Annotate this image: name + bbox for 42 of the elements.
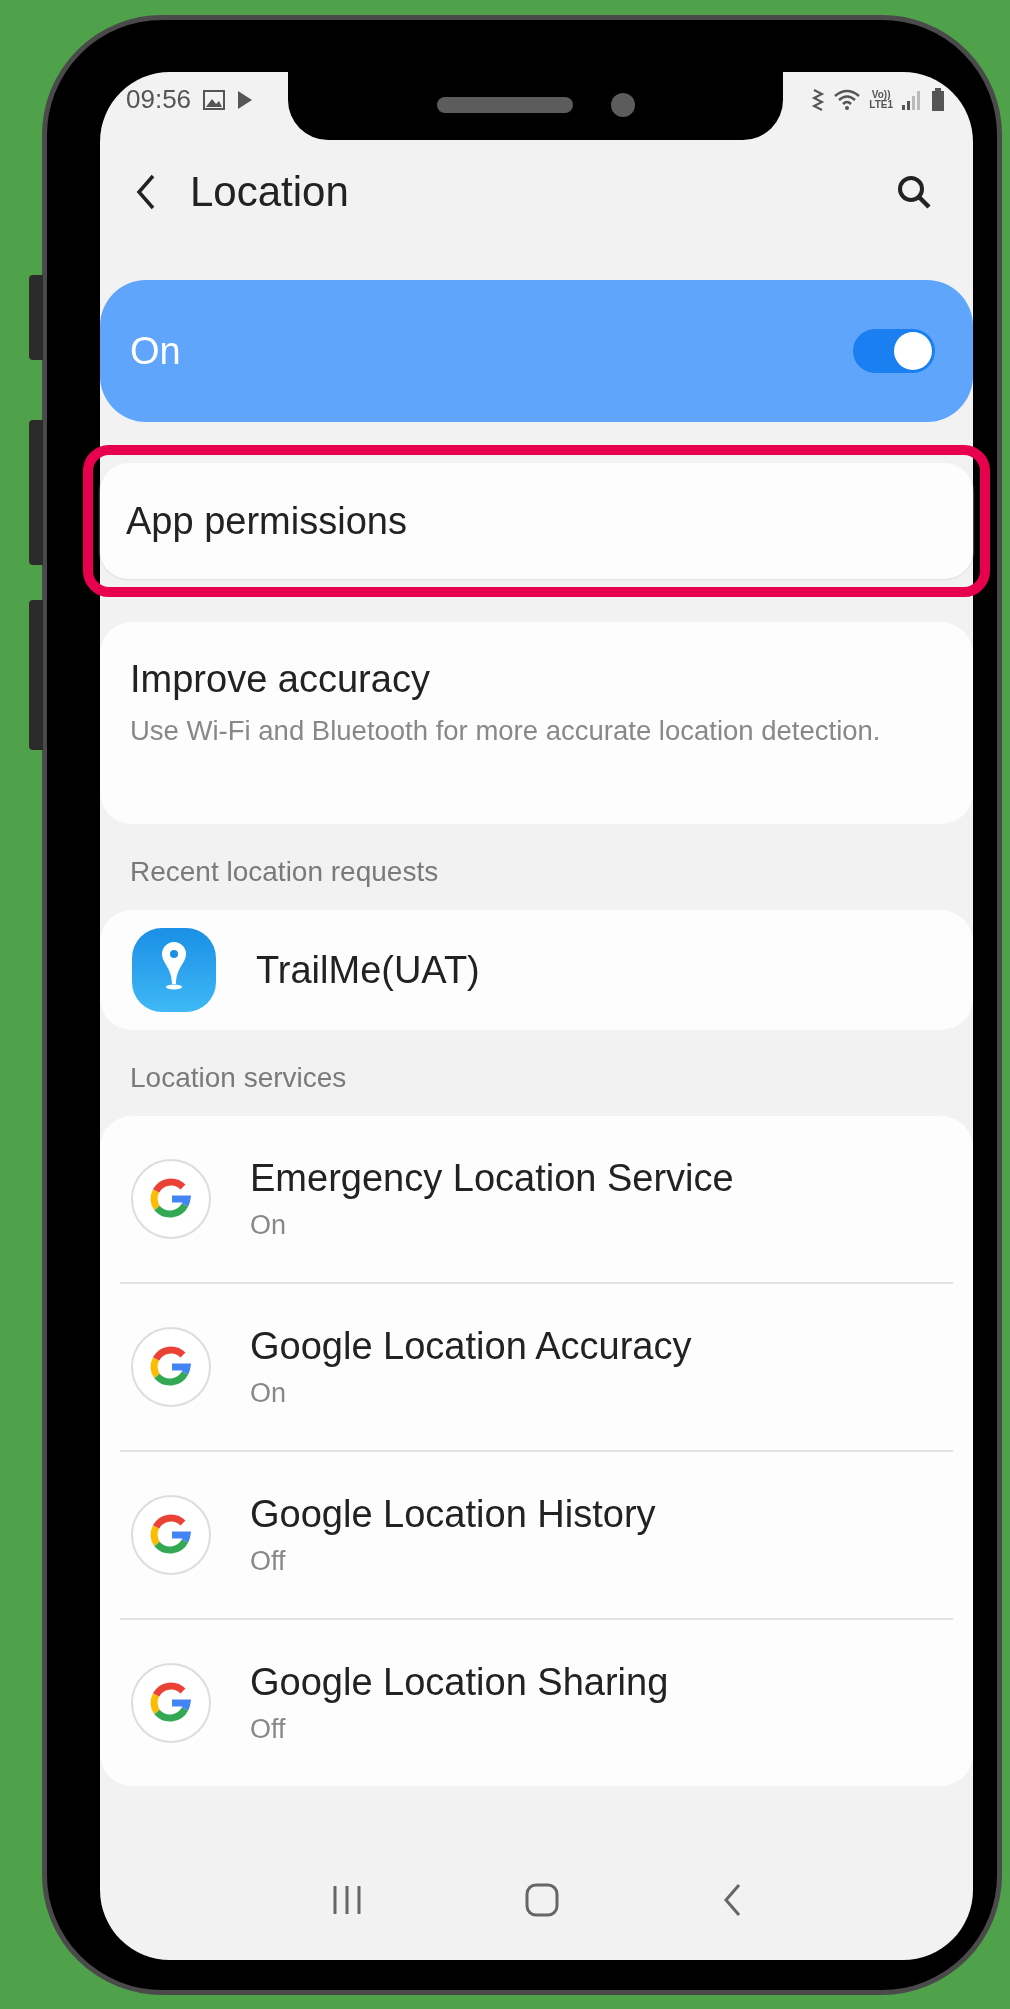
location-pin-icon — [130, 926, 218, 1014]
toggle-switch[interactable] — [853, 329, 935, 373]
improve-accuracy-item[interactable]: Improve accuracy Use Wi-Fi and Bluetooth for more accurate location detection. — [100, 622, 973, 824]
status-time: 09:56 — [126, 84, 192, 115]
google-icon — [130, 1494, 212, 1576]
service-status: Off — [250, 1546, 287, 1577]
vibrate-icon — [811, 88, 826, 111]
item-title: Improve accuracy — [130, 658, 431, 701]
service-title: Google Location Sharing — [250, 1661, 669, 1704]
wifi-icon — [833, 87, 862, 112]
service-item[interactable]: Google Location History Off — [120, 1450, 953, 1618]
recent-apps-icon[interactable] — [331, 1884, 362, 1916]
speaker-icon — [436, 97, 573, 113]
network-type: LTE1 — [869, 99, 893, 110]
item-description: Use Wi-Fi and Bluetooth for more accurate location detection. — [130, 714, 882, 748]
google-icon — [130, 1158, 212, 1240]
section-heading: Location services — [130, 1062, 347, 1094]
service-item[interactable]: Emergency Location Service On — [120, 1116, 953, 1282]
google-icon — [130, 1326, 212, 1408]
toggle-label: On — [130, 329, 181, 373]
google-icon — [130, 1662, 212, 1744]
network-label: Vo)) — [871, 89, 891, 100]
play-icon — [237, 89, 254, 110]
service-title: Google Location History — [250, 1493, 656, 1536]
service-title: Google Location Accuracy — [250, 1325, 692, 1368]
app-permissions-item[interactable]: App permissions — [100, 463, 973, 579]
back-icon[interactable] — [136, 174, 156, 210]
screen-title: Location — [190, 168, 349, 216]
camera-icon — [610, 93, 635, 117]
section-heading: Recent location requests — [130, 856, 439, 888]
battery-icon — [931, 87, 945, 112]
service-status: Off — [250, 1714, 287, 1745]
app-item[interactable]: TrailMe(UAT) — [100, 910, 973, 1030]
image-icon — [203, 89, 226, 110]
home-icon[interactable] — [524, 1883, 559, 1917]
service-item[interactable]: Google Location Sharing Off — [120, 1618, 953, 1786]
service-item[interactable]: Google Location Accuracy On — [120, 1282, 953, 1450]
service-title: Emergency Location Service — [250, 1157, 734, 1200]
service-status: On — [250, 1378, 288, 1409]
search-icon — [897, 175, 931, 209]
service-status: On — [250, 1210, 288, 1241]
signal-icon — [901, 88, 923, 111]
